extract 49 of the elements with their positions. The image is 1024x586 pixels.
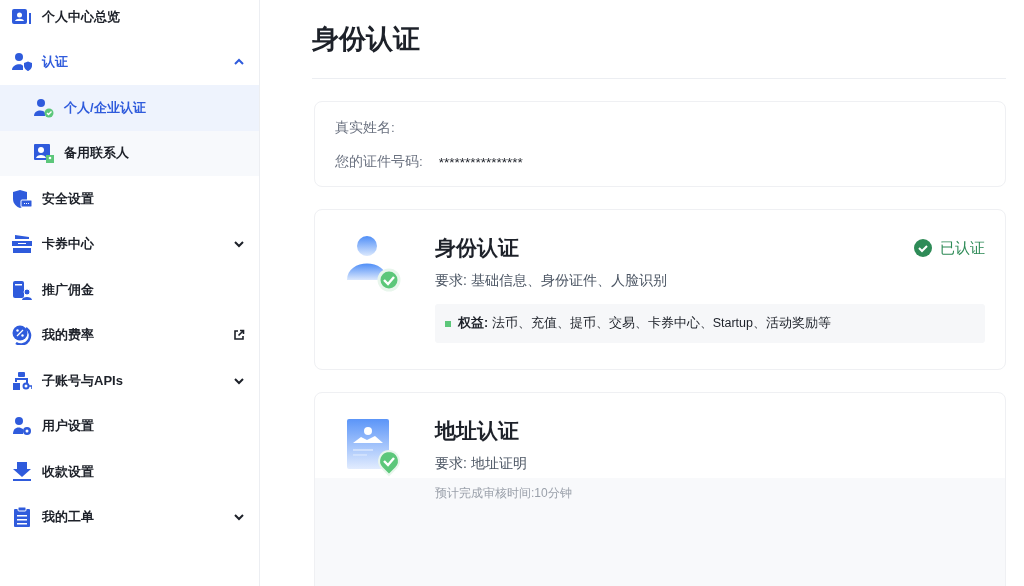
sidebar-item-label: 个人/企业认证 xyxy=(64,98,147,117)
sidebar-item[interactable]: 安全设置 xyxy=(0,176,259,222)
info-label: 真实姓名: xyxy=(335,119,395,137)
sidebar-item-label: 用户设置 xyxy=(42,417,95,436)
contact-card-icon xyxy=(34,143,54,164)
key-tree-icon xyxy=(12,370,32,391)
verification-title: 身份认证 xyxy=(435,235,519,261)
user-check-icon xyxy=(34,97,54,118)
sidebar-item[interactable]: 收款设置 xyxy=(0,449,259,495)
sidebar-item-label: 收款设置 xyxy=(42,462,95,481)
user-gear-icon xyxy=(12,416,32,437)
sidebar-item[interactable]: 认证 xyxy=(0,39,259,85)
sidebar-item-label: 个人中心总览 xyxy=(42,7,121,26)
info-label: 您的证件号码: xyxy=(335,153,423,171)
sidebar-item-label: 我的费率 xyxy=(42,326,95,345)
info-value: **************** xyxy=(438,154,523,170)
page-title: 身份认证 xyxy=(312,0,1006,79)
sidebar-item-label: 我的工单 xyxy=(42,508,95,527)
review-time-text: 预计完成审核时间:10分钟 xyxy=(435,485,573,502)
clipboard-icon xyxy=(12,507,32,528)
referral-icon xyxy=(12,279,32,300)
sidebar-item-label: 认证 xyxy=(42,53,69,72)
benefits-text: 权益: 法币、充值、提币、交易、卡券中心、Startup、活动奖励等 xyxy=(458,315,831,332)
sidebar-item-label: 卡券中心 xyxy=(42,235,95,254)
sidebar-item-label: 备用联系人 xyxy=(64,144,130,163)
status-label: 已认证 xyxy=(940,238,985,258)
sidebar-item-label: 安全设置 xyxy=(42,189,95,208)
sidebar-item[interactable]: 个人中心总览 xyxy=(0,0,259,40)
sidebar-item[interactable]: 子账号与APIs xyxy=(0,358,259,404)
verification-title: 地址认证 xyxy=(435,418,519,444)
sidebar-item[interactable]: 我的工单 xyxy=(0,494,259,540)
sidebar-item[interactable]: 卡券中心 xyxy=(0,221,259,267)
sidebar-item[interactable]: 备用联系人 xyxy=(0,130,259,176)
external-link-icon[interactable] xyxy=(233,329,245,342)
shield-icon xyxy=(12,188,32,209)
user-shield-icon xyxy=(12,52,32,73)
sidebar-item[interactable]: 个人/企业认证 xyxy=(0,85,259,131)
profile-card-icon xyxy=(12,6,32,27)
requirement-text: 要求: 基础信息、身份证件、人脸识别 xyxy=(435,272,668,290)
bullet-icon xyxy=(445,320,451,327)
ticket-icon xyxy=(12,234,32,255)
sidebar-item[interactable]: 我的费率 xyxy=(0,312,259,358)
sidebar-item[interactable]: 推广佣金 xyxy=(0,267,259,313)
requirement-text: 要求: 地址证明 xyxy=(435,455,528,473)
sidebar-item[interactable]: 用户设置 xyxy=(0,403,259,449)
download-icon xyxy=(12,461,32,482)
sidebar-item-label: 子账号与APIs xyxy=(42,371,124,390)
percent-icon xyxy=(12,325,32,346)
sidebar-item-label: 推广佣金 xyxy=(42,280,95,299)
